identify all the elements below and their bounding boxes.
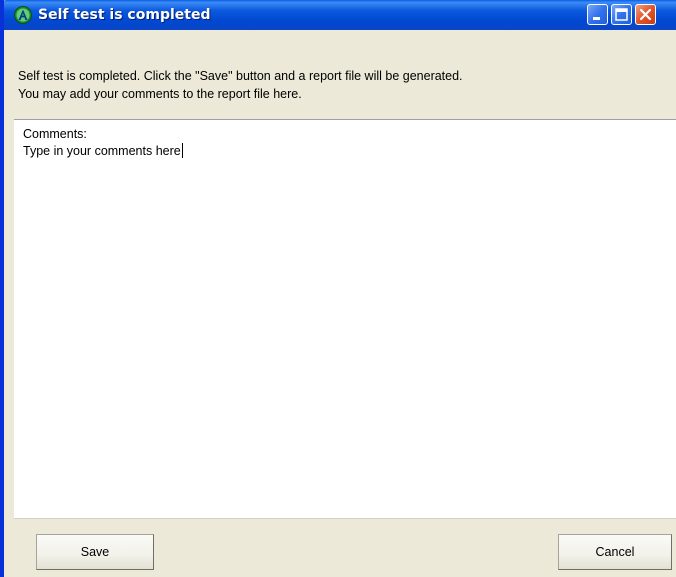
- instructions-line-2: You may add your comments to the report …: [18, 87, 302, 101]
- comments-value: Type in your comments here: [23, 143, 183, 160]
- instructions-line-1: Self test is completed. Click the "Save"…: [18, 69, 463, 83]
- app-a-icon: [14, 6, 32, 24]
- text-caret: [181, 143, 183, 158]
- maximize-button[interactable]: [611, 4, 632, 25]
- dialog-window: Self test is completed Self test is comp…: [0, 0, 676, 577]
- close-button[interactable]: [635, 4, 656, 25]
- title-bar[interactable]: Self test is completed: [4, 0, 676, 30]
- save-button[interactable]: Save: [36, 534, 154, 570]
- comments-label: Comments:: [23, 127, 87, 141]
- close-icon: [639, 8, 652, 21]
- minimize-icon: [593, 17, 600, 20]
- comments-value-text: Type in your comments here: [23, 144, 181, 158]
- instructions-text: Self test is completed. Click the "Save"…: [18, 67, 638, 107]
- maximize-icon: [615, 8, 628, 21]
- window-title: Self test is completed: [38, 7, 211, 23]
- minimize-button[interactable]: [587, 4, 608, 25]
- cancel-button[interactable]: Cancel: [558, 534, 672, 570]
- comments-textarea[interactable]: Comments: Type in your comments here: [14, 119, 676, 519]
